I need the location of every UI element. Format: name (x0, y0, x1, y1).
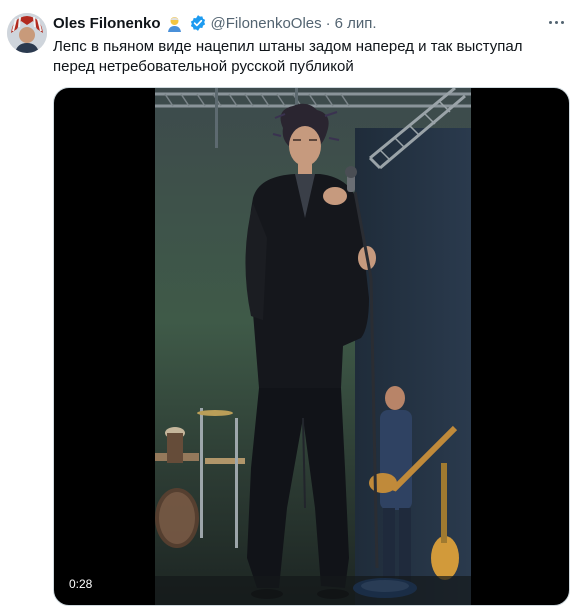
more-options-icon[interactable] (545, 11, 567, 33)
author-handle[interactable]: @FilonenkoOles (211, 15, 322, 32)
video-frame (155, 88, 471, 605)
man-emoji-icon (166, 15, 183, 32)
video-player[interactable]: 0:28 (53, 87, 570, 606)
tweet-header: Oles Filonenko @FilonenkoOles · 6 лип. (53, 12, 377, 34)
avatar[interactable] (7, 13, 47, 53)
tweet[interactable]: Oles Filonenko @FilonenkoOles · 6 лип. Л… (0, 0, 575, 612)
author-name[interactable]: Oles Filonenko (53, 15, 161, 32)
video-duration: 0:28 (63, 575, 99, 593)
verified-badge-icon (189, 14, 207, 32)
separator-dot: · (325, 14, 331, 32)
tweet-timestamp[interactable]: 6 лип. (335, 15, 377, 32)
tweet-text: Лепс в пьяном виде нацепил штаны задом н… (53, 38, 523, 75)
